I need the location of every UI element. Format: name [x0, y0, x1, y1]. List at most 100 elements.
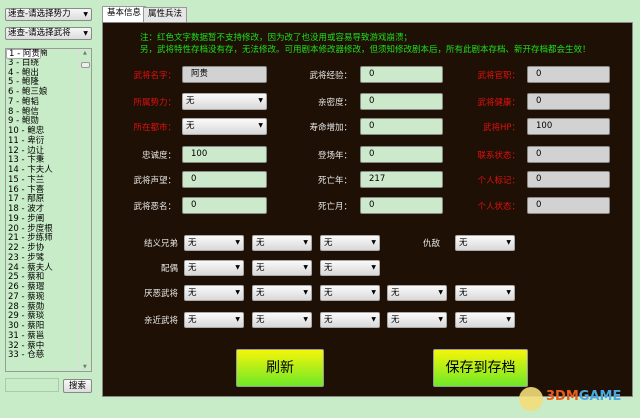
relation-label: 配偶 — [160, 264, 178, 274]
chevron-down-icon: ▼ — [258, 97, 263, 104]
field-input[interactable]: 217 — [360, 171, 443, 188]
relation-value: 无 — [324, 238, 333, 248]
chevron-down-icon: ▼ — [506, 289, 511, 296]
field-input[interactable]: 100 — [182, 146, 267, 163]
relation-select[interactable]: 无 ▼ — [184, 312, 244, 328]
field-input[interactable]: 0 — [527, 197, 610, 214]
chevron-down-icon: ▼ — [235, 264, 240, 271]
chevron-down-icon: ▼ — [506, 239, 511, 246]
relation-label: 亲近武将 — [143, 316, 178, 326]
relation-value: 无 — [324, 288, 333, 298]
search-button[interactable]: 搜索 — [63, 379, 92, 393]
scrollbar-thumb[interactable] — [81, 62, 90, 68]
relation-value: 无 — [188, 238, 197, 248]
relation-value: 无 — [256, 263, 265, 273]
relation-select[interactable]: 无 ▼ — [387, 285, 447, 301]
field-value: 0 — [191, 174, 197, 184]
field-label: 武将健康： — [477, 98, 520, 108]
relation-select[interactable]: 无 ▼ — [184, 235, 244, 251]
field-input[interactable]: 0 — [360, 197, 443, 214]
field-label: 死亡年： — [317, 176, 352, 186]
field-label: 武将声望： — [133, 176, 176, 186]
relation-value: 无 — [324, 263, 333, 273]
relation-select[interactable]: 无 ▼ — [455, 285, 515, 301]
field-label: 死亡月： — [317, 202, 352, 212]
watermark-mascot — [519, 387, 543, 411]
refresh-button[interactable]: 刷新 — [236, 349, 324, 387]
scroll-down-icon[interactable]: ▼ — [83, 364, 87, 370]
field-input[interactable]: 0 — [527, 66, 610, 83]
tab-basic-info[interactable]: 基本信息 — [102, 6, 147, 23]
field-label: 所在都市： — [133, 123, 176, 133]
relation-select[interactable]: 无 ▼ — [455, 235, 515, 251]
relation-value: 无 — [459, 315, 468, 325]
field-input[interactable]: 0 — [182, 171, 267, 188]
scrollbar[interactable]: ▲ ▼ — [79, 49, 91, 371]
field-value: 0 — [536, 149, 542, 159]
relation-select[interactable]: 无 ▼ — [320, 260, 380, 276]
field-value: 100 — [536, 121, 553, 131]
field-select[interactable]: 无 ▼ — [182, 93, 267, 110]
field-label: 武将经验： — [309, 71, 352, 81]
field-select[interactable]: 无 ▼ — [182, 118, 267, 135]
field-input[interactable]: 0 — [527, 146, 610, 163]
field-input[interactable]: 阿贵 — [182, 66, 267, 83]
field-value: 0 — [536, 96, 542, 106]
chevron-down-icon: ▼ — [235, 316, 240, 323]
scroll-up-icon[interactable]: ▲ — [83, 50, 87, 56]
relation-value: 无 — [188, 288, 197, 298]
relation-select[interactable]: 无 ▼ — [184, 260, 244, 276]
relation-value: 无 — [256, 238, 265, 248]
field-label: 武将名字： — [133, 71, 176, 81]
chevron-down-icon: ▼ — [83, 30, 88, 37]
field-input[interactable]: 0 — [527, 171, 610, 188]
relation-select[interactable]: 无 ▼ — [320, 312, 380, 328]
relation-select[interactable]: 无 ▼ — [184, 285, 244, 301]
note-line-2: 另，武将特性存档没有存，无法修改。可用剧本修改器修改，但须知修改剧本后，所有此剧… — [140, 45, 591, 55]
save-to-file-button[interactable]: 保存到存档 — [433, 349, 528, 387]
field-value: 0 — [536, 174, 542, 184]
general-combo[interactable]: 速查-请选择武将 ▼ — [5, 27, 92, 40]
relation-select[interactable]: 无 ▼ — [252, 285, 312, 301]
relation-select[interactable]: 无 ▼ — [320, 285, 380, 301]
relation-value: 无 — [391, 315, 400, 325]
field-value: 0 — [536, 69, 542, 79]
field-value: 无 — [186, 96, 195, 106]
tab-attributes[interactable]: 属性兵法 — [143, 7, 188, 22]
field-input[interactable]: 0 — [360, 118, 443, 135]
relation-value: 无 — [459, 238, 468, 248]
field-input[interactable]: 0 — [360, 93, 443, 110]
enemy-label: 仇敌 — [423, 239, 441, 249]
general-list[interactable]: 1 - 阿贵2 - 阿会喃3 - 白绕4 - 鲍出5 - 鲍隆6 - 鲍三娘7 … — [5, 48, 92, 372]
chevron-down-icon: ▼ — [83, 11, 88, 18]
relation-select[interactable]: 无 ▼ — [252, 235, 312, 251]
field-value: 0 — [369, 69, 375, 79]
faction-combo[interactable]: 速查-请选择势力 ▼ — [5, 8, 92, 21]
general-combo-value: 速查-请选择武将 — [8, 28, 71, 38]
field-label: 武将官职： — [477, 71, 520, 81]
field-label: 所属势力： — [133, 98, 176, 108]
relation-select[interactable]: 无 ▼ — [387, 312, 447, 328]
general-list-item[interactable]: 1 - 阿贵 — [6, 49, 41, 59]
chevron-down-icon: ▼ — [438, 316, 443, 323]
chevron-down-icon: ▼ — [438, 289, 443, 296]
relation-value: 无 — [256, 315, 265, 325]
field-value: 0 — [369, 121, 375, 131]
field-input[interactable]: 100 — [527, 118, 610, 135]
relation-select[interactable]: 无 ▼ — [320, 235, 380, 251]
field-value: 0 — [536, 200, 542, 210]
field-value: 0 — [369, 200, 375, 210]
relation-select[interactable]: 无 ▼ — [455, 312, 515, 328]
field-input[interactable]: 0 — [360, 66, 443, 83]
relation-select[interactable]: 无 ▼ — [252, 312, 312, 328]
relation-select[interactable]: 无 ▼ — [252, 260, 312, 276]
relation-value: 无 — [188, 263, 197, 273]
field-value: 无 — [186, 121, 195, 131]
field-input[interactable]: 0 — [182, 197, 267, 214]
field-input[interactable]: 0 — [527, 93, 610, 110]
field-label: 武将HP： — [482, 123, 520, 133]
field-label: 寿命增加： — [309, 123, 352, 133]
field-input[interactable]: 0 — [360, 146, 443, 163]
search-input[interactable] — [5, 378, 59, 392]
relation-value: 无 — [256, 288, 265, 298]
